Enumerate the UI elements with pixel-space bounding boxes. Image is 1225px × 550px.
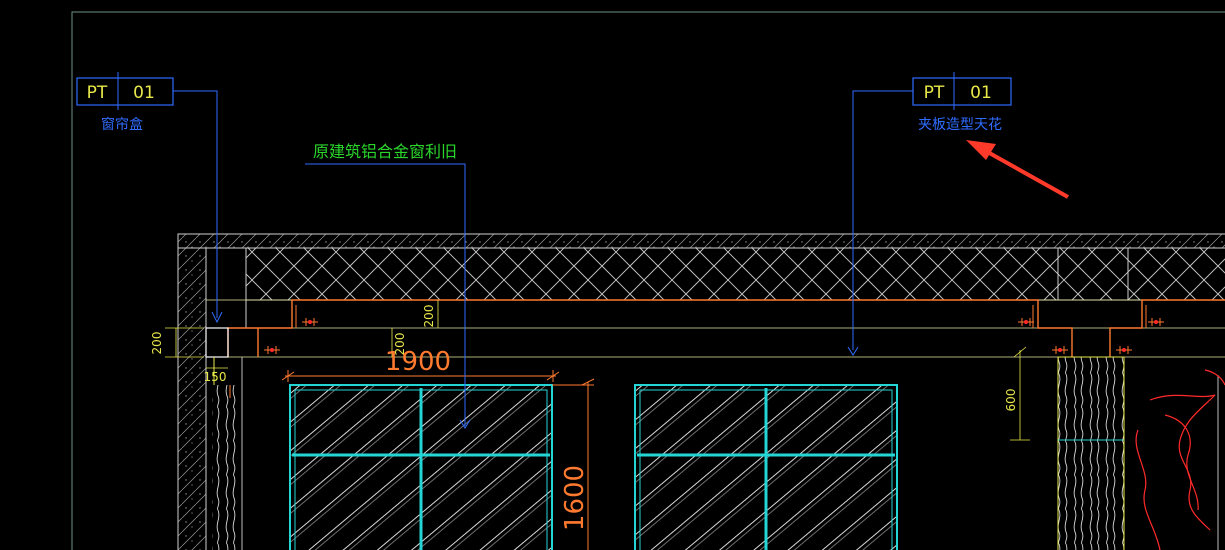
curtain-box-block [205, 327, 229, 358]
leader-lines [173, 90, 913, 350]
tag-number: 01 [133, 83, 155, 103]
cad-drawing-canvas[interactable]: 200 150 200 200 1900 1600 600 PT 01 窗帘盒 … [0, 0, 1225, 550]
tag-number: 01 [970, 83, 992, 103]
tag-code: PT [87, 83, 108, 103]
dim-1900: 1900 [385, 347, 451, 377]
tag-code: PT [924, 83, 945, 103]
material-tag-curtain-box[interactable]: PT 01 窗帘盒 [76, 72, 174, 133]
window-left [289, 384, 553, 550]
wall-wood-panel [212, 385, 242, 550]
left-wall [177, 247, 207, 550]
dim-200-left: 200 [150, 332, 164, 355]
material-tag-ceiling[interactable]: PT 01 夹板造型天花 [912, 72, 1012, 133]
dim-600: 600 [1004, 389, 1018, 412]
plenum-herringbone [245, 247, 1059, 301]
curtain-box-void [205, 247, 247, 329]
wood-column [1057, 356, 1125, 550]
dim-1600: 1600 [560, 465, 590, 531]
plenum-herringbone-right-a [1057, 247, 1129, 301]
tag-caption: 夹板造型天花 [918, 117, 1002, 133]
dim-200-a: 200 [422, 305, 436, 328]
tag-caption: 窗帘盒 [101, 116, 143, 133]
plenum-herringbone-right-b [1127, 247, 1225, 301]
dim-150: 150 [204, 370, 227, 384]
window-right [634, 384, 898, 550]
ceiling-slab [177, 233, 1225, 249]
decorative-flame-art [1135, 369, 1225, 550]
window-callout-text[interactable]: 原建筑铝合金窗利旧 [313, 142, 457, 161]
ceiling-profile [227, 299, 1225, 357]
annotation-arrow [966, 140, 1069, 199]
